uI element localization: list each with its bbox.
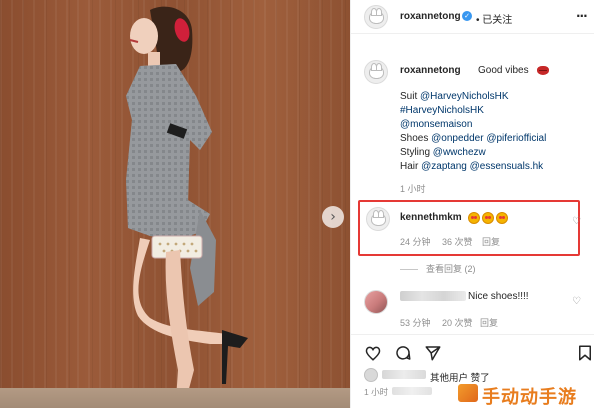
mention-link[interactable]: @piferiofficial xyxy=(486,133,546,144)
next-arrow-icon[interactable]: › xyxy=(322,206,344,228)
heart-icon[interactable] xyxy=(364,344,382,362)
view-replies[interactable]: 查看回复 (2) xyxy=(400,262,476,275)
comment2-reply[interactable]: 回复 xyxy=(480,316,498,329)
mention-link[interactable]: @monsemaison xyxy=(400,119,472,130)
comment-icon[interactable] xyxy=(394,344,412,362)
heart-icon[interactable]: ♡ xyxy=(572,216,581,227)
time-blurred xyxy=(392,387,432,395)
caption-line-suit: Suit @HarveyNicholsHK xyxy=(400,91,509,102)
heart-eyes-emoji-icon xyxy=(468,211,510,229)
mention-link[interactable]: @onpedder xyxy=(431,133,483,144)
watermark-logo-icon xyxy=(456,382,480,404)
comment-likes[interactable]: 36 次赞 xyxy=(442,235,473,248)
share-icon[interactable] xyxy=(424,344,442,362)
caption-username[interactable]: roxannetong xyxy=(400,65,461,76)
follow-status[interactable]: • 已关注 xyxy=(476,11,512,26)
verified-badge-icon: ✓ xyxy=(462,11,472,21)
separator: • xyxy=(476,15,480,26)
comment2-likes[interactable]: 20 次赞 xyxy=(442,316,473,329)
comment2-avatar[interactable] xyxy=(364,290,388,314)
mention-link[interactable]: @zaptang xyxy=(421,161,467,172)
follow-status-label: 已关注 xyxy=(482,15,513,26)
comment2-username-blurred[interactable] xyxy=(400,291,466,301)
avatar[interactable] xyxy=(364,5,388,29)
comment-avatar[interactable] xyxy=(366,207,390,231)
comment-reply[interactable]: 回复 xyxy=(482,235,500,248)
caption-line-hashtag: #HarveyNicholsHK xyxy=(400,105,484,116)
comment-username[interactable]: kennethmkm xyxy=(400,212,462,223)
caption-line-monse: @monsemaison xyxy=(400,119,472,130)
more-options-icon[interactable]: ··· xyxy=(576,9,588,23)
watermark-text: 手动动手游 xyxy=(482,387,577,408)
mention-link[interactable]: @HarveyNicholsHK xyxy=(420,91,509,102)
site-watermark: 手动动手游 xyxy=(454,378,594,408)
header-username[interactable]: roxannetong xyxy=(400,11,461,22)
caption-avatar[interactable] xyxy=(364,60,388,84)
caption-time: 1 小时 xyxy=(400,184,426,194)
caption-prefix: Hair xyxy=(400,161,422,172)
post-photo[interactable]: › xyxy=(0,0,350,408)
caption-prefix: Suit xyxy=(400,91,421,102)
caption-line-styling: Styling @wwchezw xyxy=(400,147,486,158)
comment-time: 24 分钟 xyxy=(400,237,431,247)
view-replies-label: 查看回复 (2) xyxy=(426,264,476,274)
liker-avatar[interactable] xyxy=(364,368,378,382)
caption-text: Good vibes xyxy=(478,65,529,76)
post-time: 1 小时 xyxy=(364,387,389,397)
hashtag-link[interactable]: #HarveyNicholsHK xyxy=(400,105,484,116)
lips-emoji-icon xyxy=(537,66,549,75)
bookmark-icon[interactable] xyxy=(576,344,594,362)
caption-line-shoes: Shoes @onpedder @piferiofficial xyxy=(400,133,546,144)
mention-link[interactable]: @wwchezw xyxy=(433,147,486,158)
model-figure xyxy=(126,6,248,404)
liker-name-blurred[interactable] xyxy=(382,370,426,379)
caption-prefix: Styling xyxy=(400,147,433,158)
mention-link[interactable]: @essensuals.hk xyxy=(470,161,544,172)
caption-line-hair: Hair @zaptang @essensuals.hk xyxy=(400,161,543,172)
comment2-text: Nice shoes!!!! xyxy=(468,291,529,302)
caption-prefix: Shoes xyxy=(400,133,432,144)
comment2-time: 53 分钟 xyxy=(400,318,431,328)
floor xyxy=(0,388,350,408)
post-header: roxannetong ✓ • 已关注 ··· xyxy=(350,0,594,34)
heart-icon[interactable]: ♡ xyxy=(572,296,581,307)
